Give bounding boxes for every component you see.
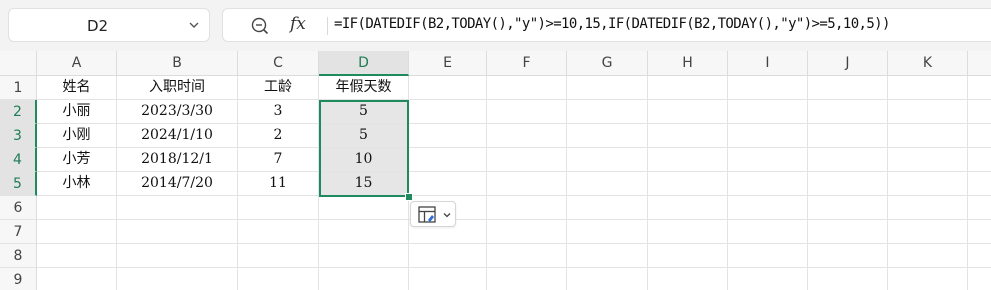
zoom-icon[interactable] <box>250 16 270 36</box>
fill-handle[interactable] <box>405 193 413 201</box>
formula-bar: D2 fx =IF(DATEDIF(B2,TODAY(),"y")>=10,15… <box>0 0 991 50</box>
spreadsheet-grid: A B C D E F G H I J K 1 2 3 4 5 6 7 8 9 … <box>0 51 991 290</box>
name-box-value: D2 <box>87 17 109 35</box>
formula-text[interactable]: =IF(DATEDIF(B2,TODAY(),"y")>=10,15,IF(DA… <box>334 16 890 32</box>
name-box[interactable]: D2 <box>8 8 210 42</box>
quick-analysis-button[interactable] <box>410 201 456 227</box>
chevron-down-icon[interactable] <box>187 18 201 32</box>
fx-icon[interactable]: fx <box>290 14 306 34</box>
formula-separator <box>327 17 328 35</box>
chevron-down-icon <box>443 213 451 218</box>
formula-input-area[interactable]: fx =IF(DATEDIF(B2,TODAY(),"y")>=10,15,IF… <box>222 8 991 42</box>
grid-lines <box>37 76 991 290</box>
quick-analysis-icon <box>418 206 436 223</box>
